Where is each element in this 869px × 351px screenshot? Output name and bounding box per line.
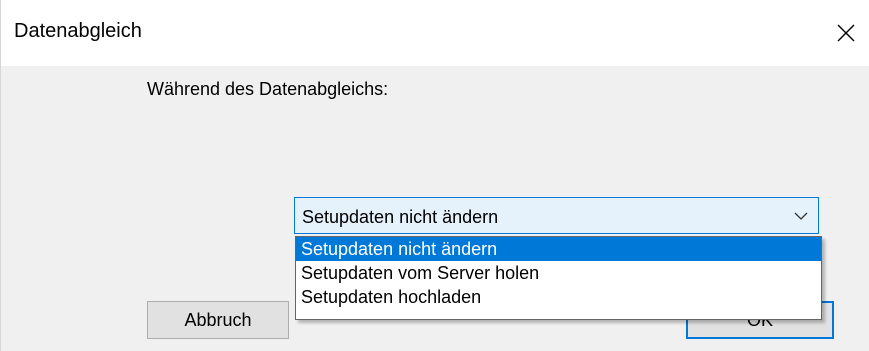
combobox-selected-value: Setupdaten nicht ändern xyxy=(302,207,499,227)
dropdown-option-upload[interactable]: Setupdaten hochladen xyxy=(296,285,821,309)
combobox-dropdown-list: Setupdaten nicht ändern Setupdaten vom S… xyxy=(295,236,822,320)
close-button[interactable] xyxy=(823,0,869,66)
dropdown-option-fetch-from-server[interactable]: Setupdaten vom Server holen xyxy=(296,261,821,285)
close-icon xyxy=(837,24,855,42)
title-bar: Datenabgleich xyxy=(0,0,869,66)
cancel-button[interactable]: Abbruch xyxy=(147,301,289,339)
prompt-label: Während des Datenabgleichs: xyxy=(147,79,389,99)
dropdown-option-keep-setup[interactable]: Setupdaten nicht ändern xyxy=(296,237,821,261)
chevron-down-icon[interactable] xyxy=(793,209,809,223)
sync-mode-combobox[interactable]: Setupdaten nicht ändern xyxy=(294,197,819,234)
window-title: Datenabgleich xyxy=(14,20,142,42)
dialog-window: Datenabgleich Während des Datenabgleichs… xyxy=(0,0,869,351)
